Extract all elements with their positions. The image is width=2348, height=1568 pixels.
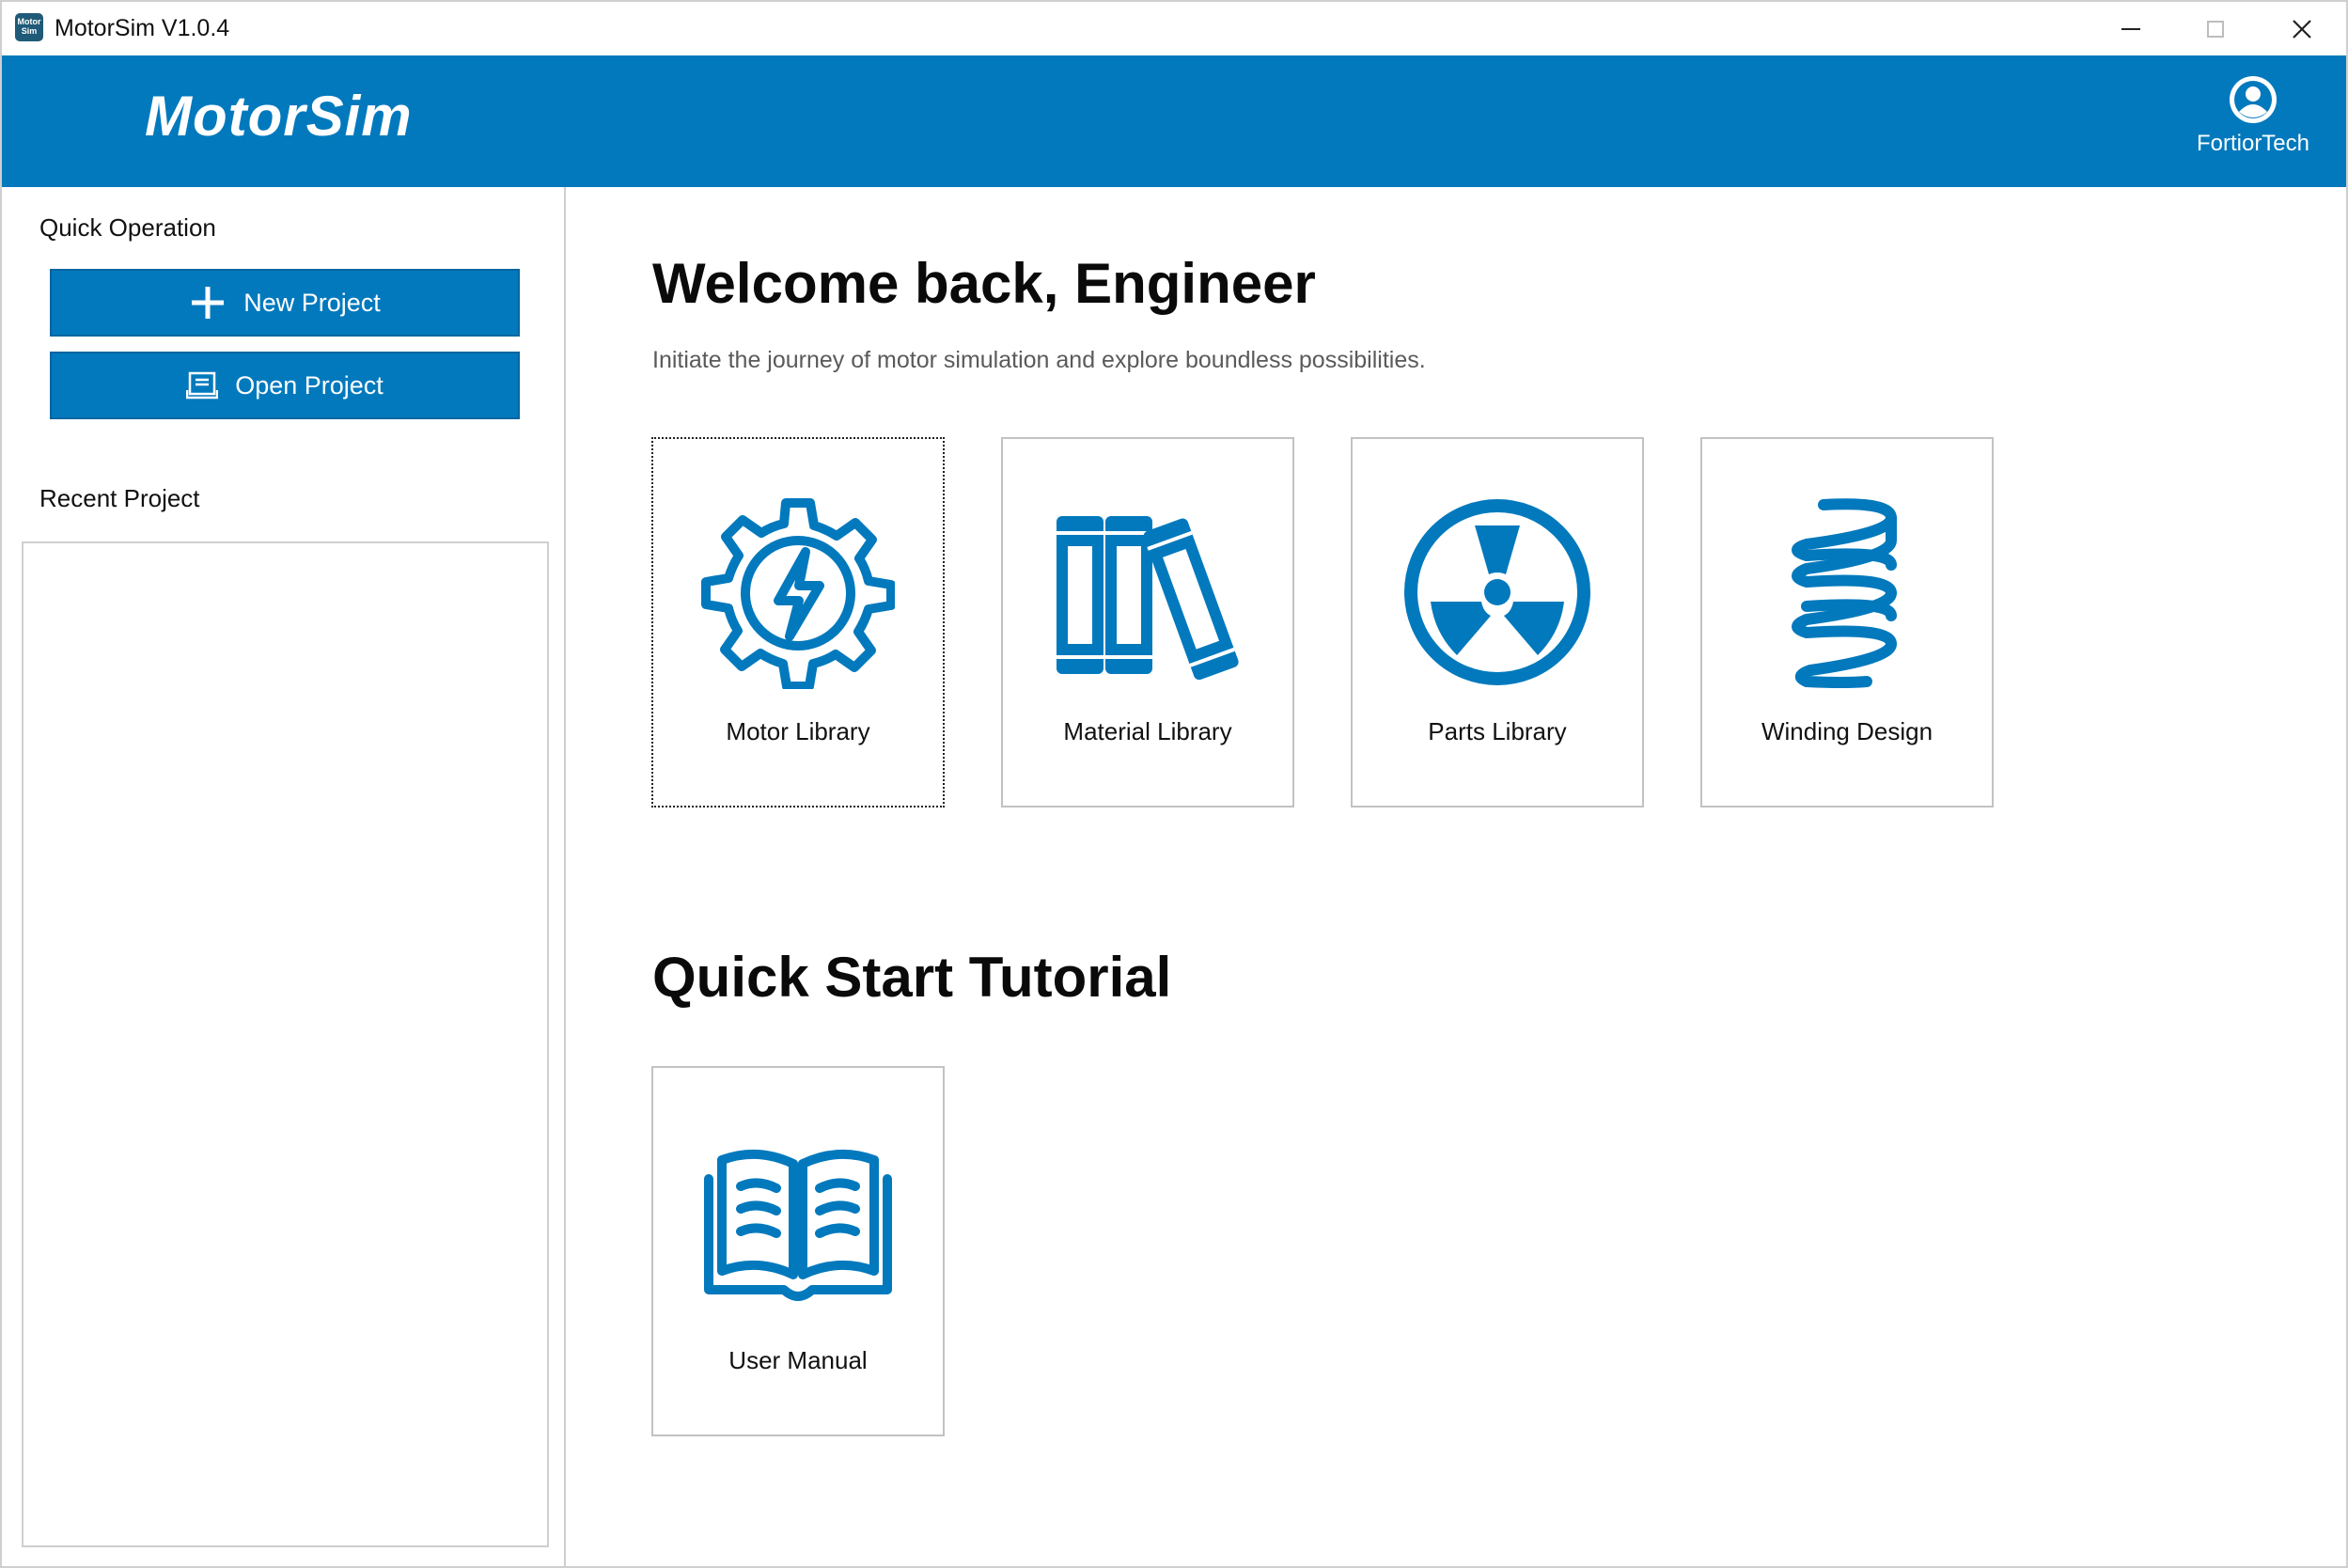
maximize-icon (2207, 20, 2224, 38)
brand-logo: MotorSim (145, 85, 413, 148)
user-name: FortiorTech (2196, 131, 2310, 156)
new-project-button[interactable]: New Project (50, 269, 520, 337)
user-account[interactable]: FortiorTech (2183, 74, 2324, 157)
open-book-icon (704, 1149, 892, 1301)
parts-library-card[interactable]: Parts Library (1351, 437, 1644, 808)
close-icon (2293, 19, 2311, 39)
app-window: Motor Sim MotorSim V1.0.4 MotorSim Forti… (0, 0, 2348, 1568)
plus-icon (192, 287, 225, 319)
maximize-button[interactable] (2173, 2, 2258, 55)
title-bar: Motor Sim MotorSim V1.0.4 (2, 2, 2346, 55)
app-logo-icon: Motor Sim (15, 13, 43, 41)
close-button[interactable] (2260, 2, 2344, 55)
winding-design-label: Winding Design (1761, 717, 1933, 745)
sidebar: Quick Operation New Project Open Project… (2, 187, 566, 1568)
material-library-card[interactable]: Material Library (1001, 437, 1294, 808)
window-title: MotorSim V1.0.4 (55, 15, 230, 41)
coil-icon (1792, 498, 1898, 688)
open-project-label: Open Project (235, 370, 384, 400)
user-manual-label: User Manual (728, 1346, 868, 1374)
gear-lightning-icon (701, 498, 895, 689)
welcome-subtitle: Initiate the journey of motor simulation… (652, 347, 1426, 373)
new-project-label: New Project (243, 288, 381, 317)
recent-project-heading: Recent Project (39, 484, 200, 512)
recent-project-list[interactable] (22, 541, 549, 1547)
motor-library-label: Motor Library (726, 717, 870, 745)
books-icon (1057, 516, 1239, 681)
quick-operation-heading: Quick Operation (39, 213, 216, 242)
user-avatar-icon (2230, 76, 2277, 123)
motor-library-card[interactable]: Motor Library (651, 437, 945, 808)
minimize-button[interactable] (2089, 2, 2173, 55)
parts-library-label: Parts Library (1428, 717, 1567, 745)
open-folder-icon (186, 371, 219, 400)
open-project-button[interactable]: Open Project (50, 352, 520, 419)
user-manual-card[interactable]: User Manual (651, 1066, 945, 1436)
minimize-icon (2121, 27, 2140, 30)
winding-design-card[interactable]: Winding Design (1700, 437, 1994, 808)
fan-icon (1404, 499, 1590, 685)
app-header: MotorSim FortiorTech (2, 55, 2346, 187)
tutorial-title: Quick Start Tutorial (652, 946, 1172, 1009)
main-content: Welcome back, Engineer Initiate the jour… (568, 187, 2348, 1568)
welcome-title: Welcome back, Engineer (652, 252, 1316, 315)
material-library-label: Material Library (1063, 717, 1232, 745)
